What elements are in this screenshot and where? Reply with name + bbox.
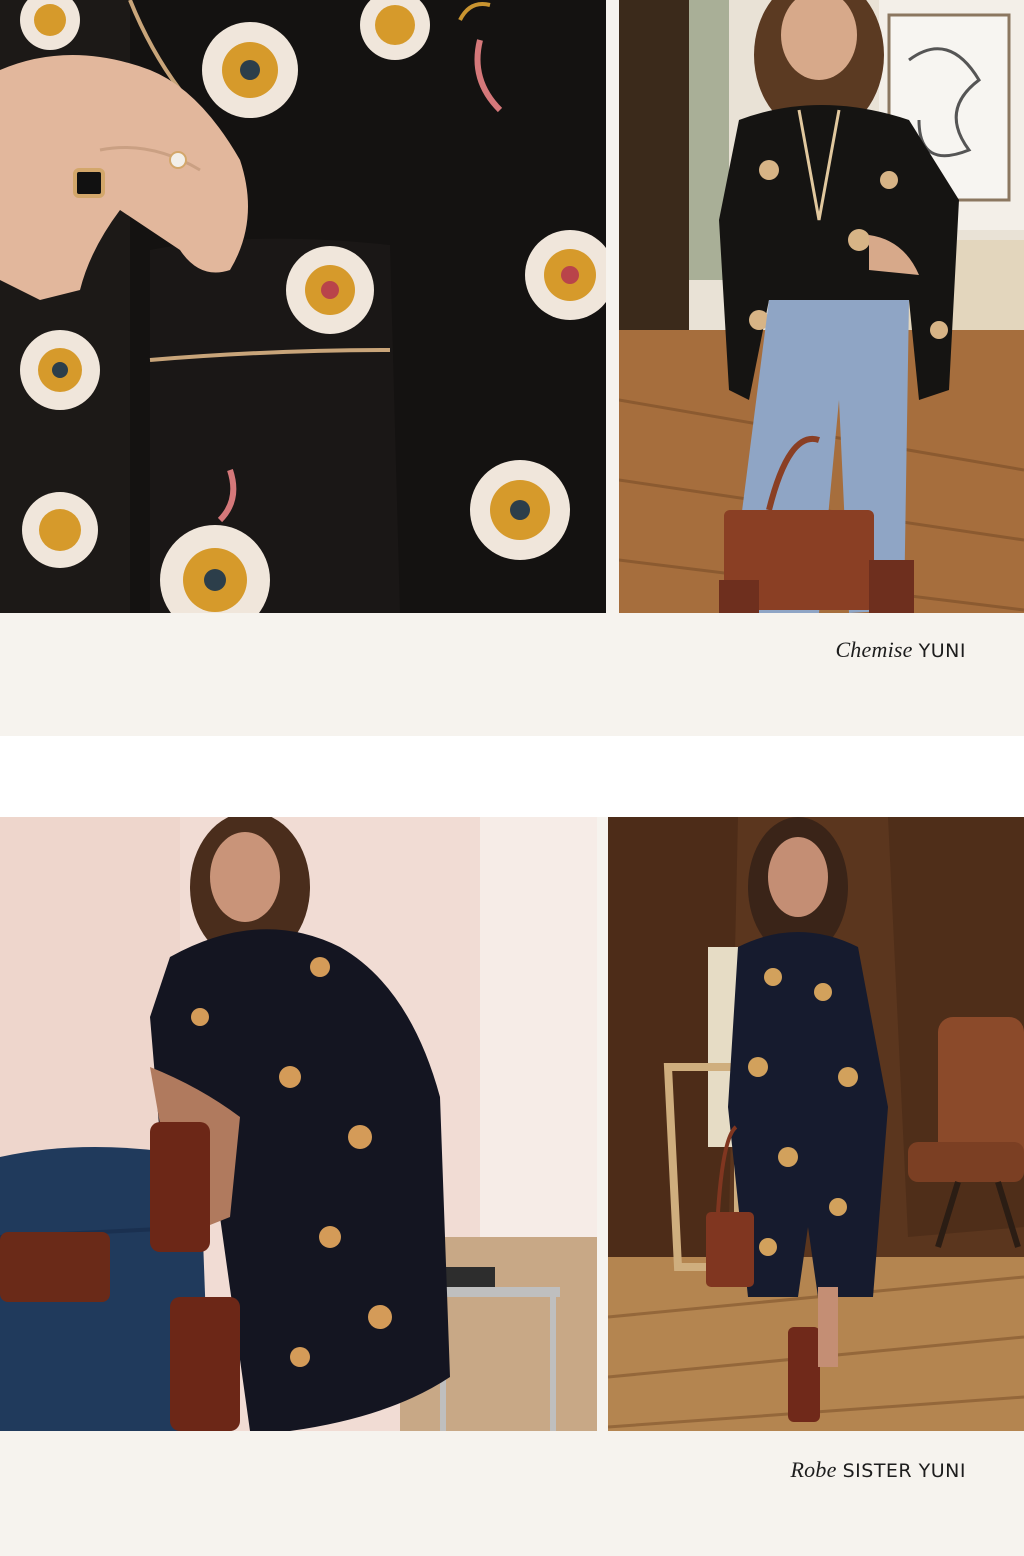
caption-product-type: Chemise — [835, 637, 913, 662]
caption-product-name: YUNI — [918, 640, 966, 662]
woman-seated-dress-photo[interactable] — [0, 817, 597, 1431]
woman-blouse-jeans-image — [619, 0, 1024, 613]
woman-standing-dress-photo[interactable] — [608, 817, 1024, 1431]
floral-blouse-closeup-image — [0, 0, 606, 613]
floral-blouse-closeup-photo[interactable] — [0, 0, 606, 613]
woman-standing-dress-image — [608, 817, 1024, 1431]
woman-blouse-jeans-photo[interactable] — [619, 0, 1024, 613]
caption-product-name: SISTER YUNI — [842, 1460, 966, 1482]
caption-chemise-yuni: Chemise YUNI — [835, 637, 966, 663]
caption-product-type: Robe — [790, 1457, 837, 1482]
caption-robe-sister-yuni: Robe SISTER YUNI — [791, 1457, 966, 1483]
woman-seated-dress-image — [0, 817, 597, 1431]
